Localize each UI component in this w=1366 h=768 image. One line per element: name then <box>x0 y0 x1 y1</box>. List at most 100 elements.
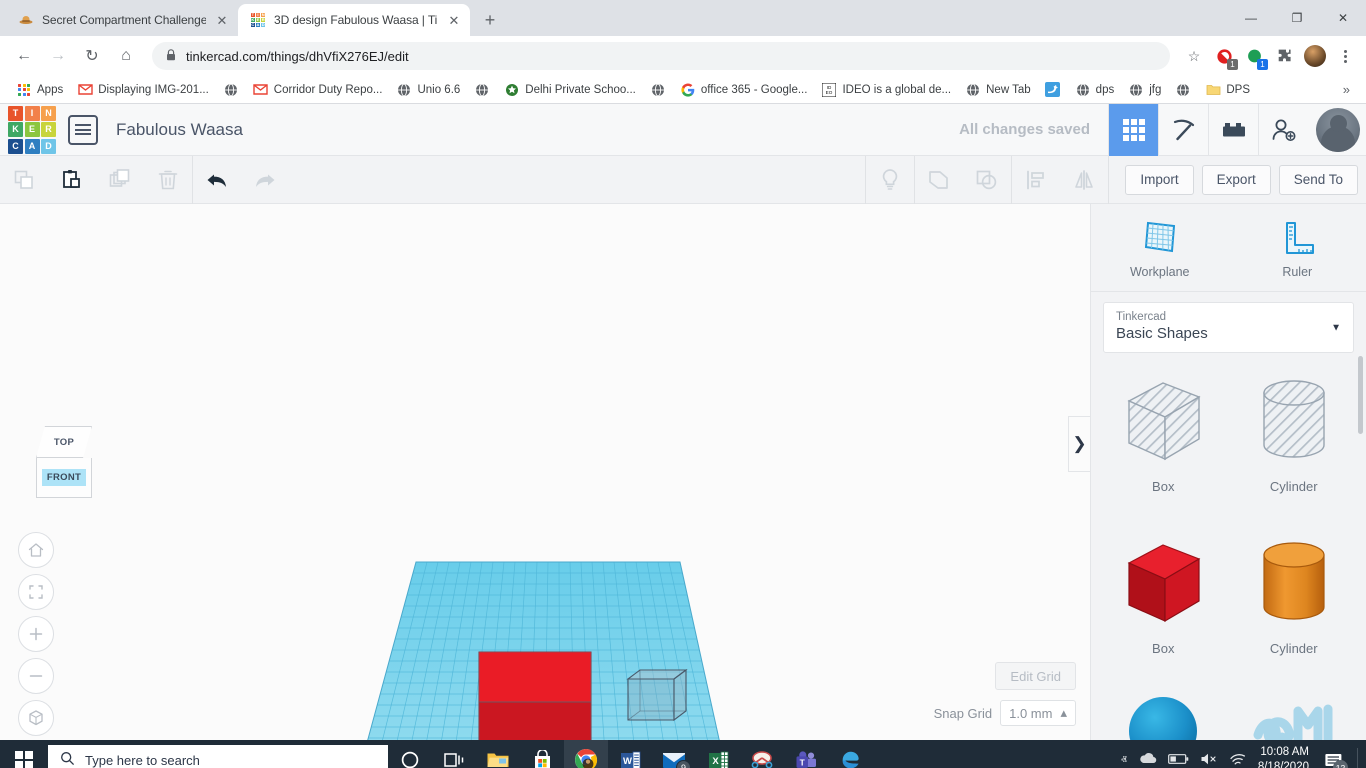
shape-item-orange-cylinder[interactable]: Cylinder <box>1232 529 1357 681</box>
blocks-icon[interactable] <box>1208 103 1258 156</box>
bookmark-dps-lower[interactable]: dps <box>1069 79 1121 101</box>
pickaxe-icon[interactable] <box>1158 103 1208 156</box>
puzzle-extension-icon[interactable] <box>1271 43 1297 69</box>
user-avatar[interactable] <box>1316 107 1360 152</box>
tab-close-button[interactable]: ✕ <box>446 12 462 28</box>
notification-center-button[interactable]: 12 <box>1320 747 1348 768</box>
view-cube-top-face[interactable]: TOP <box>36 426 92 458</box>
shape-item-hole-cylinder[interactable]: Cylinder <box>1232 367 1357 519</box>
bookmark-new-tab[interactable]: New Tab <box>959 79 1037 101</box>
word-icon[interactable]: W <box>608 740 652 768</box>
add-person-icon[interactable] <box>1258 103 1308 156</box>
bookmark-star-icon[interactable]: ☆ <box>1180 42 1208 70</box>
reload-icon[interactable]: ↻ <box>76 40 108 72</box>
bookmark-apps[interactable]: Apps <box>10 79 69 101</box>
designs-list-icon[interactable] <box>68 114 98 145</box>
perspective-toggle-icon[interactable] <box>18 700 54 736</box>
file-explorer-icon[interactable] <box>476 740 520 768</box>
edge-icon[interactable] <box>828 740 872 768</box>
teams-icon[interactable]: T <box>784 740 828 768</box>
cortana-icon[interactable] <box>388 740 432 768</box>
view-cube[interactable]: TOP FRONT <box>28 426 100 498</box>
grid-view-icon[interactable] <box>1108 103 1158 156</box>
zoom-in-icon[interactable] <box>18 616 54 652</box>
workplane-tool[interactable]: Workplane <box>1091 204 1229 291</box>
group-icon[interactable] <box>915 156 963 204</box>
view-cube-front-face[interactable]: FRONT <box>36 458 92 498</box>
taskbar-clock[interactable]: 10:08 AM 8/18/2020 <box>1258 745 1309 768</box>
battery-icon[interactable] <box>1167 753 1189 768</box>
onedrive-icon[interactable] <box>1138 752 1157 768</box>
bookmark-folder-dps[interactable]: DPS <box>1199 79 1256 101</box>
mirror-icon[interactable] <box>1060 156 1108 204</box>
bookmark-globe-2[interactable] <box>468 79 496 101</box>
shape-item-red-box[interactable]: Box <box>1101 529 1226 681</box>
bookmark-delhi-private-school[interactable]: Delhi Private Schoo... <box>498 79 642 101</box>
ungroup-icon[interactable] <box>963 156 1011 204</box>
minimize-button[interactable]: — <box>1228 0 1274 36</box>
home-view-icon[interactable] <box>18 532 54 568</box>
back-icon[interactable]: ← <box>8 40 40 72</box>
excel-icon[interactable]: X <box>696 740 740 768</box>
adblock-extension-icon[interactable]: 1 <box>1211 43 1238 70</box>
align-icon[interactable] <box>1012 156 1060 204</box>
panel-scrollbar[interactable] <box>1358 356 1363 434</box>
shape-library-selector[interactable]: Tinkercad Basic Shapes ▼ <box>1103 302 1354 353</box>
volume-muted-icon[interactable] <box>1200 752 1218 768</box>
bookmark-globe-4[interactable] <box>1169 79 1197 101</box>
new-tab-button[interactable]: + <box>476 6 504 34</box>
fit-view-icon[interactable] <box>18 574 54 610</box>
chrome-icon[interactable] <box>564 740 608 768</box>
bookmark-globe-3[interactable] <box>644 79 672 101</box>
shape-item-blue-sphere[interactable] <box>1101 691 1226 740</box>
bookmarks-overflow-button[interactable]: » <box>1337 82 1356 97</box>
bookmark-ideo[interactable]: ID EO IDEO is a global de... <box>815 79 957 101</box>
duplicate-icon[interactable] <box>96 156 144 204</box>
maximize-button[interactable]: ❐ <box>1274 0 1320 36</box>
export-button[interactable]: Export <box>1201 164 1271 195</box>
chat-extension-icon[interactable]: 1 <box>1241 43 1268 70</box>
tinkercad-logo-icon[interactable]: T I N K E R C A D <box>8 105 56 154</box>
tab-close-button[interactable]: ✕ <box>214 12 230 28</box>
bookmark-bird[interactable] <box>1039 79 1067 101</box>
send-to-button[interactable]: Send To <box>1278 164 1358 195</box>
copy-icon[interactable] <box>0 156 48 204</box>
bookmark-jfg[interactable]: jfg <box>1122 79 1167 101</box>
delete-icon[interactable] <box>144 156 192 204</box>
ruler-tool[interactable]: Ruler <box>1229 204 1366 291</box>
forward-icon[interactable]: → <box>42 40 74 72</box>
import-button[interactable]: Import <box>1125 164 1194 195</box>
browser-tab-2[interactable]: TIN KER CAD 3D design Fabulous Waasa | T… <box>238 4 470 36</box>
close-window-button[interactable]: ✕ <box>1320 0 1366 36</box>
bookmark-unio[interactable]: Unio 6.6 <box>390 79 466 101</box>
bookmark-office365[interactable]: office 365 - Google... <box>674 79 814 101</box>
shape-item-hole-box[interactable]: Box <box>1101 367 1226 519</box>
bookmark-corridor-duty[interactable]: Corridor Duty Repo... <box>247 79 389 101</box>
taskbar-search-box[interactable]: Type here to search <box>48 745 388 768</box>
zoom-out-icon[interactable] <box>18 658 54 694</box>
home-icon[interactable]: ⌂ <box>110 40 142 72</box>
start-button[interactable] <box>0 740 48 768</box>
design-title[interactable]: Fabulous Waasa <box>116 120 243 140</box>
design-canvas[interactable]: TOP FRONT Edit Grid Snap Grid 1.0 mm ▴ ❯ <box>0 204 1090 740</box>
chrome-menu-icon[interactable] <box>1332 49 1358 63</box>
shape-item-scribble[interactable] <box>1232 691 1357 740</box>
lightbulb-icon[interactable] <box>866 156 914 204</box>
snip-sketch-icon[interactable] <box>740 740 784 768</box>
microsoft-store-icon[interactable] <box>520 740 564 768</box>
snap-grid-select[interactable]: 1.0 mm ▴ <box>1000 700 1076 726</box>
wifi-icon[interactable] <box>1229 752 1247 768</box>
redo-icon[interactable] <box>241 156 289 204</box>
bookmark-globe-1[interactable] <box>217 79 245 101</box>
chrome-profile-avatar[interactable] <box>1304 45 1326 67</box>
undo-icon[interactable] <box>193 156 241 204</box>
panel-collapse-button[interactable]: ❯ <box>1068 416 1090 472</box>
bookmark-displaying-img[interactable]: Displaying IMG-201... <box>71 79 215 101</box>
edit-grid-button[interactable]: Edit Grid <box>995 662 1076 690</box>
browser-tab-1[interactable]: Secret Compartment Challenge - ✕ <box>6 4 238 36</box>
mail-icon[interactable]: 9 <box>652 740 696 768</box>
task-view-icon[interactable] <box>432 740 476 768</box>
address-bar[interactable]: tinkercad.com/things/dhVfiX276EJ/edit <box>152 42 1170 70</box>
paste-icon[interactable] <box>48 156 96 204</box>
tray-expand-icon[interactable]: ⱏ <box>1121 753 1127 768</box>
